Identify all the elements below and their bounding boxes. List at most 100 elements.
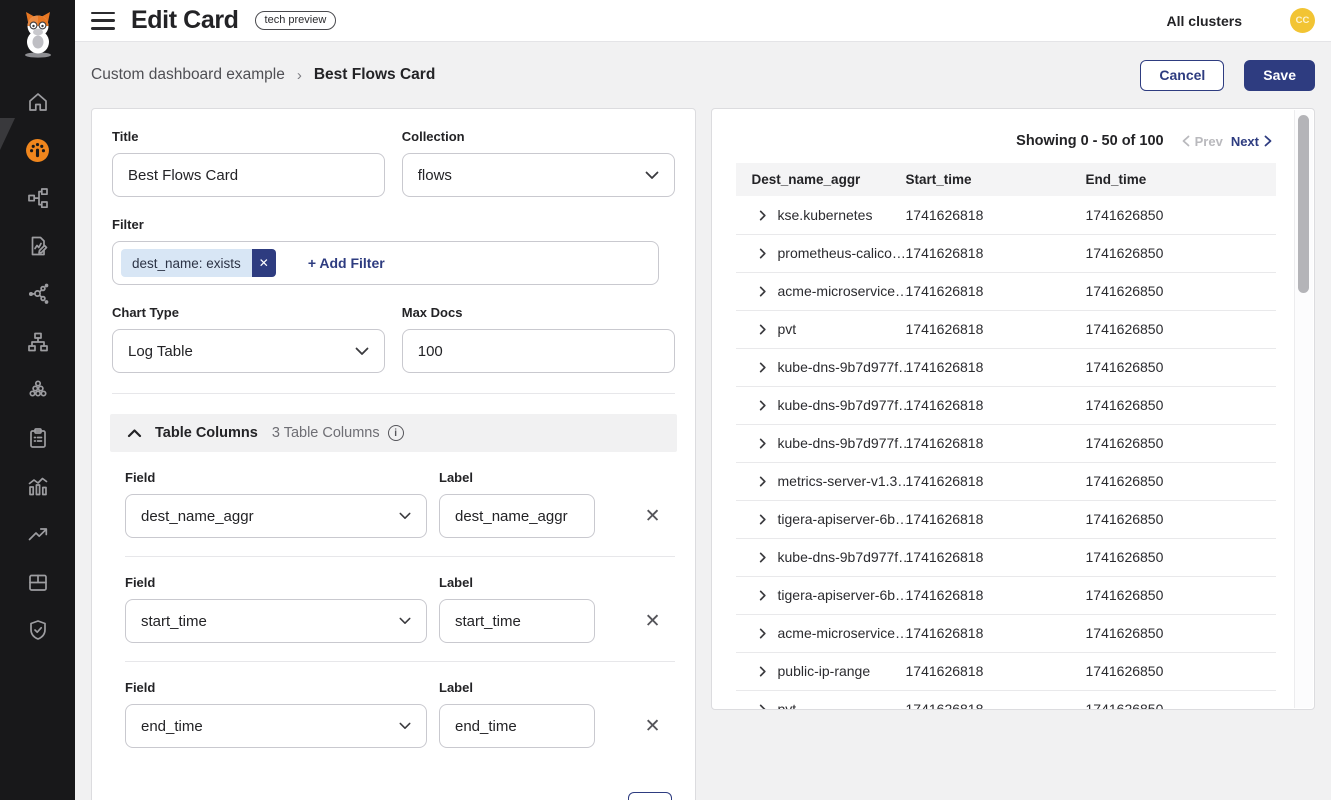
row-expand-icon[interactable] <box>757 210 768 221</box>
tech-preview-badge: tech preview <box>255 11 337 30</box>
package-box-icon <box>26 570 50 594</box>
label-input[interactable] <box>439 494 595 538</box>
next-page-button[interactable]: Next <box>1231 134 1272 149</box>
filter-chip-text: dest_name: exists <box>121 249 252 277</box>
scrollbar-track[interactable] <box>1294 110 1313 708</box>
row-expand-icon[interactable] <box>757 400 768 411</box>
collection-select[interactable]: flows <box>402 153 675 197</box>
filter-label: Filter <box>112 217 675 232</box>
sidebar-item-service-graph[interactable] <box>0 174 75 222</box>
field-select[interactable]: start_time <box>125 599 427 643</box>
filter-chip: dest_name: exists ✕ <box>121 249 276 277</box>
row-expand-icon[interactable] <box>757 514 768 525</box>
dest-name-cell: kube-dns-9b7d977f… <box>778 359 906 375</box>
table-row: kube-dns-9b7d977f…17416268181741626850 <box>736 424 1276 462</box>
column-header-end-time: End_time <box>1086 163 1276 196</box>
field-select[interactable]: end_time <box>125 704 427 748</box>
title-input[interactable] <box>112 153 385 197</box>
column-header-start-time: Start_time <box>906 163 1086 196</box>
row-expand-icon[interactable] <box>757 438 768 449</box>
add-filter-button[interactable]: + Add Filter <box>308 255 385 271</box>
cancel-button[interactable]: Cancel <box>1140 60 1224 91</box>
sidebar-item-flow-visualizations[interactable] <box>0 270 75 318</box>
breadcrumb-separator: › <box>297 67 302 84</box>
start-time-cell: 1741626818 <box>906 310 1086 348</box>
start-time-cell: 1741626818 <box>906 614 1086 652</box>
row-expand-icon[interactable] <box>757 590 768 601</box>
row-expand-icon[interactable] <box>757 248 768 259</box>
page-title: Edit Card <box>131 6 239 35</box>
top-bar: Edit Card tech preview All clusters CC <box>75 0 1331 42</box>
dest-name-cell: kube-dns-9b7d977f… <box>778 435 906 451</box>
field-value: end_time <box>141 718 399 735</box>
sidebar-item-policies[interactable] <box>0 222 75 270</box>
sidebar-item-compliance[interactable] <box>0 414 75 462</box>
shield-check-icon <box>26 618 50 642</box>
end-time-cell: 1741626850 <box>1086 386 1276 424</box>
row-expand-icon[interactable] <box>757 476 768 487</box>
network-tree-icon <box>26 330 50 354</box>
row-expand-icon[interactable] <box>757 666 768 677</box>
remove-column-button[interactable]: ✕ <box>645 717 661 736</box>
sidebar <box>0 0 75 800</box>
save-button[interactable]: Save <box>1244 60 1315 91</box>
row-expand-icon[interactable] <box>757 286 768 297</box>
label-input[interactable] <box>439 599 595 643</box>
end-time-cell: 1741626850 <box>1086 576 1276 614</box>
section-divider <box>112 393 675 394</box>
label-label: Label <box>439 680 595 695</box>
row-expand-icon[interactable] <box>757 552 768 563</box>
chart-type-select[interactable]: Log Table <box>112 329 385 373</box>
row-expand-icon[interactable] <box>757 324 768 335</box>
table-column-row: Field dest_name_aggr Label ✕ <box>125 452 675 557</box>
max-docs-input[interactable] <box>402 329 675 373</box>
row-expand-icon[interactable] <box>757 704 768 710</box>
sidebar-item-networking[interactable] <box>0 318 75 366</box>
table-row: kse.kubernetes17416268181741626850 <box>736 196 1276 234</box>
end-time-cell: 1741626850 <box>1086 690 1276 710</box>
row-expand-icon[interactable] <box>757 628 768 639</box>
breadcrumb-parent[interactable]: Custom dashboard example <box>91 66 285 84</box>
sidebar-item-dashboards[interactable] <box>0 126 75 174</box>
table-row: kube-dns-9b7d977f…17416268181741626850 <box>736 386 1276 424</box>
field-select[interactable]: dest_name_aggr <box>125 494 427 538</box>
sidebar-item-image-assurance[interactable] <box>0 558 75 606</box>
dest-name-cell: tigera-apiserver-6b… <box>778 511 906 527</box>
chevron-down-icon <box>399 617 411 625</box>
filter-chip-remove-button[interactable]: ✕ <box>252 249 276 277</box>
row-expand-icon[interactable] <box>757 362 768 373</box>
avatar[interactable]: CC <box>1290 8 1315 33</box>
calico-logo[interactable] <box>14 8 62 60</box>
table-column-row: Field end_time Label ✕ <box>125 662 675 766</box>
table-column-row: Field start_time Label ✕ <box>125 557 675 662</box>
field-value: dest_name_aggr <box>141 508 399 525</box>
end-time-cell: 1741626850 <box>1086 500 1276 538</box>
table-row: acme-microservice…17416268181741626850 <box>736 614 1276 652</box>
start-time-cell: 1741626818 <box>906 538 1086 576</box>
remove-column-button[interactable]: ✕ <box>645 507 661 526</box>
filter-input-area[interactable]: dest_name: exists ✕ + Add Filter <box>112 241 659 285</box>
remove-column-button[interactable]: ✕ <box>645 612 661 631</box>
sidebar-item-security[interactable] <box>0 606 75 654</box>
sidebar-item-threat-feeds[interactable] <box>0 510 75 558</box>
collection-label: Collection <box>402 129 675 144</box>
prev-page-button[interactable]: Prev <box>1182 134 1223 149</box>
collection-value: flows <box>418 167 645 184</box>
table-columns-accordion[interactable]: Table Columns 3 Table Columns i <box>110 414 677 452</box>
add-column-button[interactable]: + <box>628 792 672 800</box>
sidebar-item-clusters[interactable] <box>0 366 75 414</box>
info-icon[interactable]: i <box>388 425 404 441</box>
hamburger-menu-icon[interactable] <box>91 12 115 30</box>
dest-name-cell: acme-microservice… <box>778 625 906 641</box>
label-input[interactable] <box>439 704 595 748</box>
scrollbar-thumb[interactable] <box>1298 115 1309 293</box>
cluster-selector[interactable]: All clusters <box>1167 13 1242 29</box>
end-time-cell: 1741626850 <box>1086 462 1276 500</box>
policy-document-icon <box>26 234 50 258</box>
sidebar-item-logs[interactable] <box>0 462 75 510</box>
chevron-up-icon[interactable] <box>127 429 142 438</box>
dest-name-cell: kube-dns-9b7d977f… <box>778 397 906 413</box>
start-time-cell: 1741626818 <box>906 690 1086 710</box>
end-time-cell: 1741626850 <box>1086 348 1276 386</box>
table-row: tigera-apiserver-6b…17416268181741626850 <box>736 500 1276 538</box>
